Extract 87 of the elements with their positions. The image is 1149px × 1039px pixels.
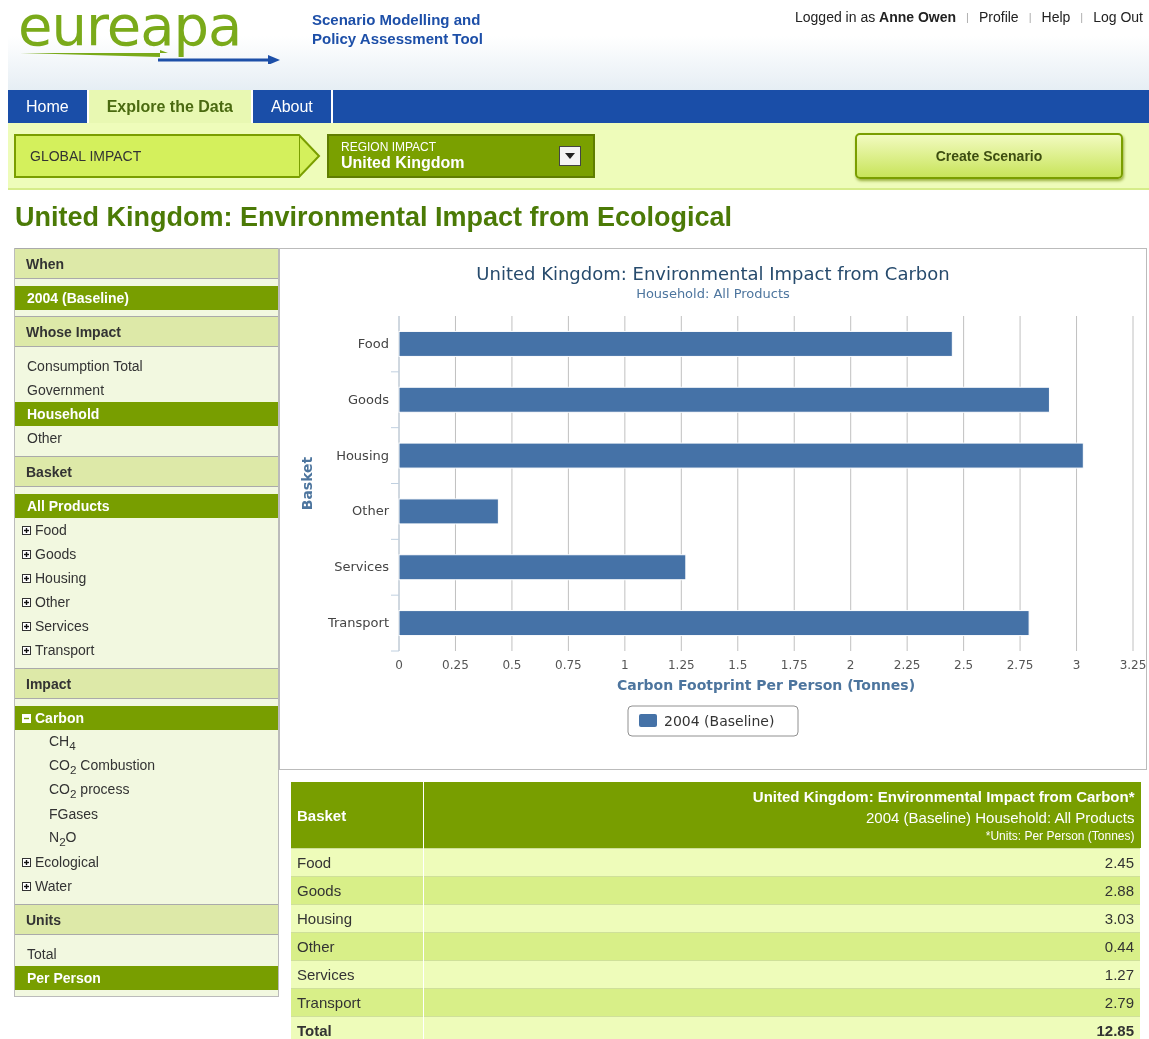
sidebar-item[interactable]: Other [15,590,278,614]
separator: | [1028,11,1032,23]
sidebar-item[interactable]: Water [15,874,278,898]
sidebar-item[interactable]: CO$_{2}$ process [15,778,278,802]
sidebar-item[interactable]: FGases [15,802,278,826]
table-cell: 0.44 [423,932,1141,961]
section-header: Whose Impact [15,316,278,347]
table-cell: 1.27 [423,960,1141,989]
column-header: Basket [291,782,424,849]
separator: | [1080,11,1084,23]
table-cell: Total [291,1016,424,1039]
plus-icon[interactable] [22,549,31,559]
axis-tick-label: 2.5 [954,658,974,672]
crumb-arrow-icon [299,133,321,178]
sidebar-item[interactable]: Transport [15,638,278,662]
sidebar-item[interactable]: Consumption Total [15,354,278,378]
y-axis-title: Basket [299,456,315,511]
sidebar-item[interactable]: Goods [15,542,278,566]
category-label: Services [334,559,389,575]
plus-icon[interactable] [22,645,31,655]
sidebar-item[interactable]: Total [15,942,278,966]
header-link[interactable]: Profile [978,9,1019,25]
category-label: Transport [328,615,389,631]
sidebar-item[interactable]: Services [15,614,278,638]
chart-subtitle: Household: All Products [636,286,790,301]
legend[interactable]: 2004 (Baseline) [627,705,799,737]
axis-tick-label: 2.25 [893,658,921,672]
dropdown-icon [565,152,575,159]
axis-tick-label: 0.25 [442,658,469,672]
nav-tab[interactable]: Explore the Data [88,90,253,123]
table-cell: Housing [291,904,424,933]
plus-icon[interactable] [22,525,31,535]
header-link[interactable]: Help [1041,9,1071,25]
separator: | [966,11,969,23]
axis-tick-label: 3 [1072,658,1081,672]
chart-title: United Kingdom: Environmental Impact from Carbon [476,263,950,284]
axis-tick-label: 2 [846,658,855,672]
axis-tick-label: 3.25 [1119,658,1146,672]
table-cell: Services [291,960,424,989]
legend-label: 2004 (Baseline) [664,713,775,729]
axis-tick-label: 1.25 [667,658,695,672]
table-header: United Kingdom: Environmental Impact from Carbon* 2004 (Baseline) Household: All Products *Units: Per Person (Tonnes) [423,782,1141,849]
section-header: Units [15,904,278,935]
axis-tick-label: 0.5 [502,658,522,672]
section-header: When [15,248,278,279]
plus-icon[interactable] [22,573,31,583]
sidebar-item[interactable]: CO$_{2}$ Combustion [15,754,278,778]
table-cell: 2.88 [423,876,1141,905]
table-cell: 3.03 [423,904,1141,933]
sidebar-item[interactable]: Ecological [15,850,278,874]
plus-icon[interactable] [22,857,31,867]
axis-tick-label: 2.75 [1006,658,1034,672]
category-label: Other [352,503,389,519]
page-title: United Kingdom: Environmental Impact from Ecological [15,202,734,234]
table-cell: 2.45 [423,848,1141,877]
table-cell: Transport [291,988,424,1017]
category-label: Goods [348,391,389,407]
sidebar-item[interactable]: Other [15,426,278,450]
plus-icon[interactable] [22,621,31,631]
category-label: Housing [336,447,389,463]
table-cell: Food [291,848,424,877]
axis-tick-label: 0 [395,658,403,672]
tagline: Scenario Modelling and [312,10,482,29]
section-header: Impact [15,668,278,699]
sidebar-item[interactable]: Housing [15,566,278,590]
axis-tick-label: 0.75 [555,658,582,672]
axis-tick-label: 1.75 [780,658,808,672]
x-axis-title: Carbon Footprint Per Person (Tonnes) [616,677,916,693]
plus-icon[interactable] [22,597,31,607]
sidebar-item[interactable]: Food [15,518,278,542]
tagline: Policy Assessment Tool [312,29,483,48]
create-scenario-button[interactable]: Create Scenario [855,132,1123,179]
section-header: Basket [15,456,278,487]
plus-icon[interactable] [22,881,31,891]
logged-in-text: Logged in as Anne Owen [795,9,957,25]
table-cell: 2.79 [423,988,1141,1017]
sidebar-item[interactable]: Government [15,378,278,402]
category-label: Food [357,335,389,351]
table-cell: 12.85 [423,1016,1141,1039]
sidebar-item[interactable]: N$_{2}$O [15,826,278,850]
axis-tick-label: 1 [621,658,629,672]
minus-icon[interactable] [22,713,31,723]
header-link[interactable]: Log Out [1093,9,1143,25]
sidebar-item[interactable]: CH$_{4}$ [15,730,278,754]
table-cell: Goods [291,876,424,905]
table-cell: Other [291,932,424,961]
axis-tick-label: 1.5 [728,658,748,672]
